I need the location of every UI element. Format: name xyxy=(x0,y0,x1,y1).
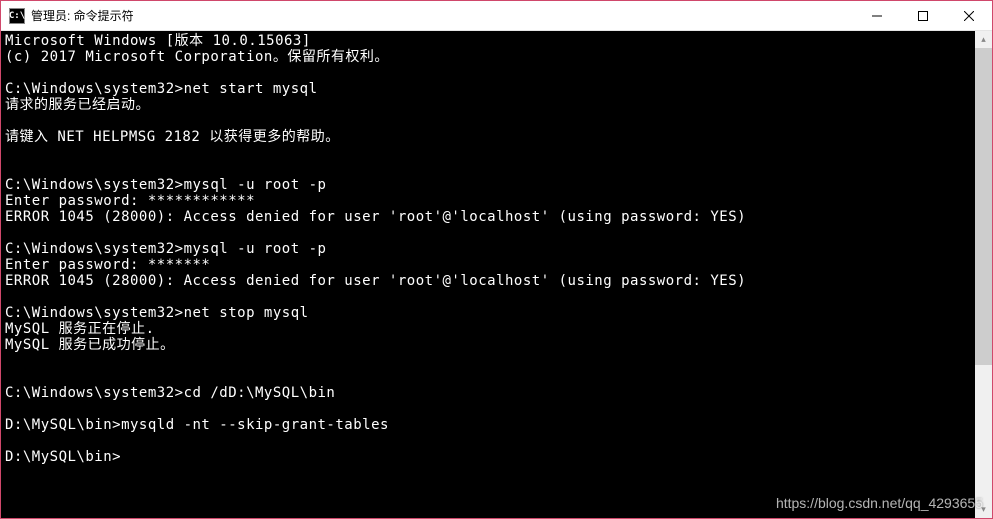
command-prompt-window: C:\ 管理员: 命令提示符 Microsoft Windows [版本 10.… xyxy=(0,0,993,519)
scroll-track[interactable] xyxy=(975,48,992,501)
app-icon: C:\ xyxy=(9,8,25,24)
window-title: 管理员: 命令提示符 xyxy=(31,7,854,24)
vertical-scrollbar[interactable]: ▴ ▾ xyxy=(975,31,992,518)
titlebar[interactable]: C:\ 管理员: 命令提示符 xyxy=(1,1,992,31)
terminal-output[interactable]: Microsoft Windows [版本 10.0.15063] (c) 20… xyxy=(1,31,975,518)
window-controls xyxy=(854,1,992,30)
maximize-button[interactable] xyxy=(900,1,946,30)
scroll-down-arrow[interactable]: ▾ xyxy=(975,501,992,518)
scroll-up-arrow[interactable]: ▴ xyxy=(975,31,992,48)
terminal-area: Microsoft Windows [版本 10.0.15063] (c) 20… xyxy=(1,31,992,518)
scroll-thumb[interactable] xyxy=(975,48,992,365)
close-button[interactable] xyxy=(946,1,992,30)
minimize-button[interactable] xyxy=(854,1,900,30)
